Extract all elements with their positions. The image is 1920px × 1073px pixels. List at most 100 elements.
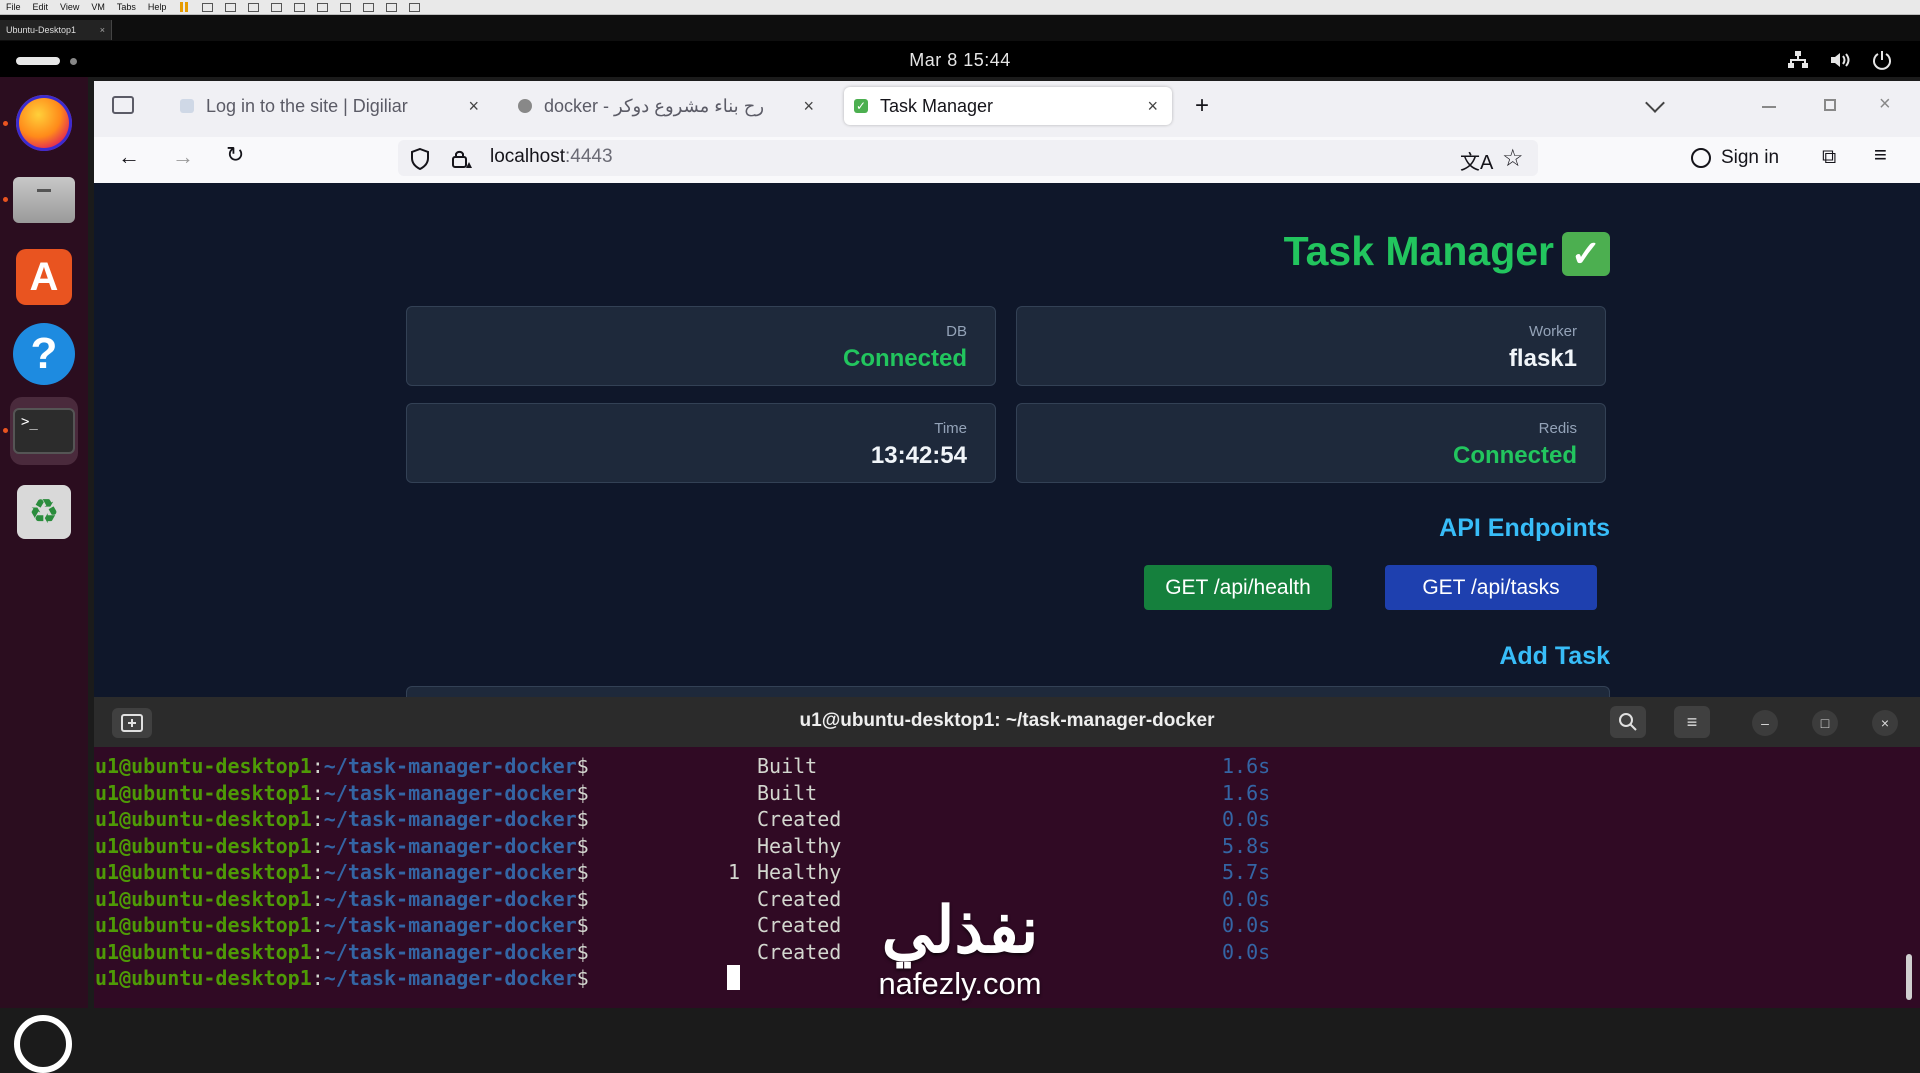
show-apps-ubuntu-icon[interactable] <box>14 1015 72 1073</box>
vm-menu-help[interactable]: Help <box>142 2 173 12</box>
vm-tab-close-icon[interactable]: × <box>100 25 105 35</box>
dock-running-indicator <box>3 428 8 433</box>
vm-manage-icon[interactable] <box>271 2 283 12</box>
terminal-duration: 5.8s <box>1222 833 1271 858</box>
dock-trash[interactable]: ♻ <box>10 478 78 546</box>
worker-label: Worker <box>1528 323 1577 340</box>
terminal-line: u1@ubuntu-desktop1:~/task-manager-docker… <box>95 780 589 805</box>
terminal-duration: 0.0s <box>1222 807 1271 831</box>
bookmark-star-icon[interactable]: ☆ <box>1502 144 1524 173</box>
tab-label: docker - رح بناء مشروع دوكر <box>544 95 765 116</box>
vm-snapshot-icon[interactable] <box>225 2 237 12</box>
vm-terminal-icon[interactable] <box>386 2 398 12</box>
page-title: Task Manager ✓ <box>1000 228 1610 277</box>
vm-tabbar <box>0 15 1920 41</box>
tab-label: Log in to the site | Digiliar <box>206 95 408 116</box>
dock-terminal[interactable]: >_ <box>10 397 78 465</box>
close-window-icon[interactable]: × <box>1879 93 1891 116</box>
terminal-line: u1@ubuntu-desktop1:~/task-manager-docker… <box>95 886 589 911</box>
new-tab-button[interactable]: + <box>1195 92 1209 120</box>
maximize-window-icon[interactable] <box>1824 99 1836 111</box>
tab-close-icon[interactable]: × <box>468 96 479 117</box>
vm-menu-vm[interactable]: VM <box>85 2 111 12</box>
vm-revert-icon[interactable] <box>248 2 260 12</box>
time-value: 13:42:54 <box>870 442 967 469</box>
add-task-heading: Add Task <box>1499 642 1610 670</box>
dock-firefox[interactable] <box>10 89 78 157</box>
terminal-menu-icon[interactable]: ≡ <box>1674 706 1710 738</box>
tab-favicon-check-icon: ✓ <box>854 99 868 113</box>
sign-in-label: Sign in <box>1720 147 1780 168</box>
files-icon <box>13 177 75 223</box>
terminal-status: Created <box>757 939 842 964</box>
tab-login[interactable]: Log in to the site | Digiliar × <box>180 87 485 125</box>
vm-console-icon[interactable] <box>340 2 352 12</box>
api-endpoints-heading: API Endpoints <box>1439 514 1610 542</box>
vm-pause-icon[interactable] <box>180 2 189 12</box>
vm-view-unity-icon[interactable] <box>317 2 329 12</box>
dock-files[interactable] <box>10 166 78 234</box>
terminal-search-icon[interactable] <box>1610 706 1646 738</box>
clock[interactable]: Mar 8 15:44 <box>0 50 1920 71</box>
terminal-line: u1@ubuntu-desktop1:~/task-manager-docker… <box>95 807 589 831</box>
back-arrow-icon[interactable]: ← <box>118 144 140 170</box>
forward-arrow-icon[interactable]: → <box>172 144 194 170</box>
vm-menu-file[interactable]: File <box>0 2 27 12</box>
dock-app-center[interactable]: A <box>10 243 78 311</box>
translate-icon[interactable]: 文A <box>1460 146 1493 175</box>
terminal-duration: 0.0s <box>1222 913 1271 937</box>
vm-view-full-icon[interactable] <box>294 2 306 12</box>
db-status-card: DB Connected <box>406 306 996 386</box>
tab-docker[interactable]: docker - رح بناء مشروع دوكر × <box>518 87 820 125</box>
terminal-close-icon[interactable]: × <box>1872 710 1898 736</box>
get-api-health-button[interactable]: GET /api/health <box>1144 565 1332 610</box>
tab-close-icon[interactable]: × <box>1147 96 1158 117</box>
vm-tab-ubuntu-desktop1[interactable]: Ubuntu-Desktop1 × <box>0 20 112 40</box>
terminal-status: Healthy <box>757 860 842 884</box>
help-icon: ? <box>13 323 75 385</box>
tab-close-icon[interactable]: × <box>803 96 814 117</box>
db-value: Connected <box>842 345 967 372</box>
terminal-minimize-icon[interactable]: – <box>1752 710 1778 736</box>
terminal-duration: 0.0s <box>1222 886 1271 911</box>
power-icon[interactable] <box>1872 50 1892 75</box>
terminal-line: u1@ubuntu-desktop1:~/task-manager-docker… <box>95 860 589 884</box>
firefox-icon <box>16 95 72 151</box>
get-api-tasks-button[interactable]: GET /api/tasks <box>1385 565 1597 610</box>
minimize-window-icon[interactable] <box>1762 106 1776 108</box>
watermark-url: nafezly.com <box>878 966 1042 1001</box>
hamburger-menu-icon[interactable]: ≡ <box>1874 142 1887 168</box>
tab-favicon-icon <box>180 99 194 113</box>
terminal-line: u1@ubuntu-desktop1:~/task-manager-docker… <box>95 913 589 937</box>
network-icon[interactable] <box>1787 50 1809 75</box>
worker-value: flask1 <box>1508 345 1577 372</box>
sign-in-button[interactable]: Sign in <box>1672 140 1798 176</box>
terminal-prompt-line: u1@ubuntu-desktop1:~/task-manager-docker… <box>95 966 589 990</box>
volume-icon[interactable] <box>1829 50 1853 75</box>
terminal-line: u1@ubuntu-desktop1:~/task-manager-docker… <box>95 833 589 858</box>
vm-stretch-icon[interactable] <box>363 2 375 12</box>
tab-label: Task Manager <box>880 95 994 116</box>
reload-icon[interactable]: ↻ <box>226 142 244 168</box>
worker-status-card: Worker flask1 <box>1016 306 1606 386</box>
extensions-puzzle-icon[interactable]: ⧉ <box>1822 146 1836 169</box>
terminal-icon: >_ <box>13 408 75 454</box>
firefox-view-icon[interactable] <box>112 96 134 114</box>
vm-fit-icon[interactable] <box>409 2 421 12</box>
tab-task-manager[interactable]: ✓ Task Manager × <box>844 87 1172 125</box>
tab-favicon-icon <box>518 99 532 113</box>
dock-help[interactable]: ? <box>10 320 78 388</box>
terminal-scrollbar[interactable] <box>1906 954 1912 1000</box>
app-center-icon: A <box>16 249 72 305</box>
terminal-line-number: 1 <box>728 860 741 884</box>
vm-menu-edit[interactable]: Edit <box>27 2 55 12</box>
vm-send-keys-icon[interactable] <box>202 2 214 12</box>
vm-menu-tabs[interactable]: Tabs <box>111 2 142 12</box>
vm-menu-view[interactable]: View <box>54 2 85 12</box>
lock-warning-icon[interactable] <box>450 148 472 175</box>
dock-running-indicator <box>3 121 8 126</box>
url-text[interactable]: localhost:4443 <box>490 146 613 168</box>
terminal-maximize-icon[interactable]: □ <box>1812 710 1838 736</box>
tracking-shield-icon[interactable] <box>410 147 430 175</box>
time-label: Time <box>934 420 967 437</box>
